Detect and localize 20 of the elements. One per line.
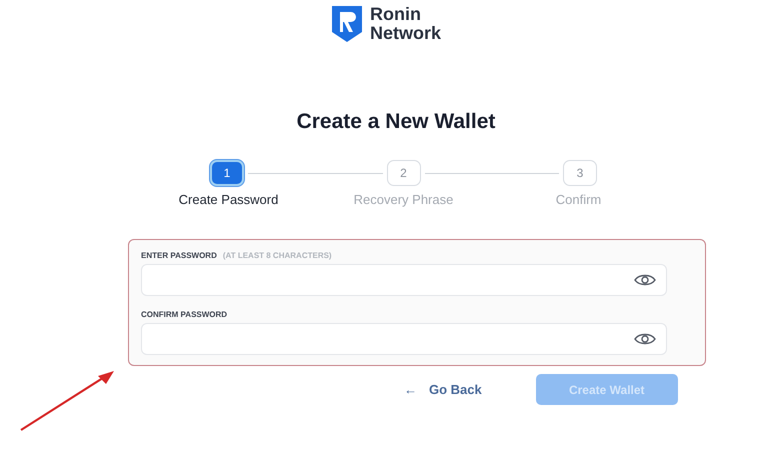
page-title: Create a New Wallet — [296, 109, 496, 135]
password-field[interactable] — [141, 264, 667, 296]
step-label: Recovery Phrase — [354, 192, 454, 207]
logo-text: Network — [370, 24, 442, 43]
step-label: Confirm — [556, 192, 602, 207]
eye-icon[interactable] — [634, 332, 656, 346]
field-label: ENTER PASSWORD — [141, 250, 217, 260]
field-label: CONFIRM PASSWORD — [141, 310, 228, 318]
step-number: 2 — [386, 160, 420, 186]
arrow-icon: ← — [404, 382, 417, 397]
logo-icon — [330, 4, 364, 44]
password-field[interactable] — [141, 323, 667, 355]
step-number: 1 — [210, 160, 244, 186]
step-label: Create Password — [178, 192, 278, 207]
go-back-link[interactable]: ← Go Back — [400, 378, 486, 401]
field-hint: (AT LEAST 8 CHARACTERS) — [222, 250, 332, 260]
eye-icon[interactable] — [634, 273, 656, 287]
link-label: Go Back — [429, 382, 482, 397]
step-number: 3 — [563, 160, 597, 186]
logo-text: Ronin — [370, 5, 422, 24]
